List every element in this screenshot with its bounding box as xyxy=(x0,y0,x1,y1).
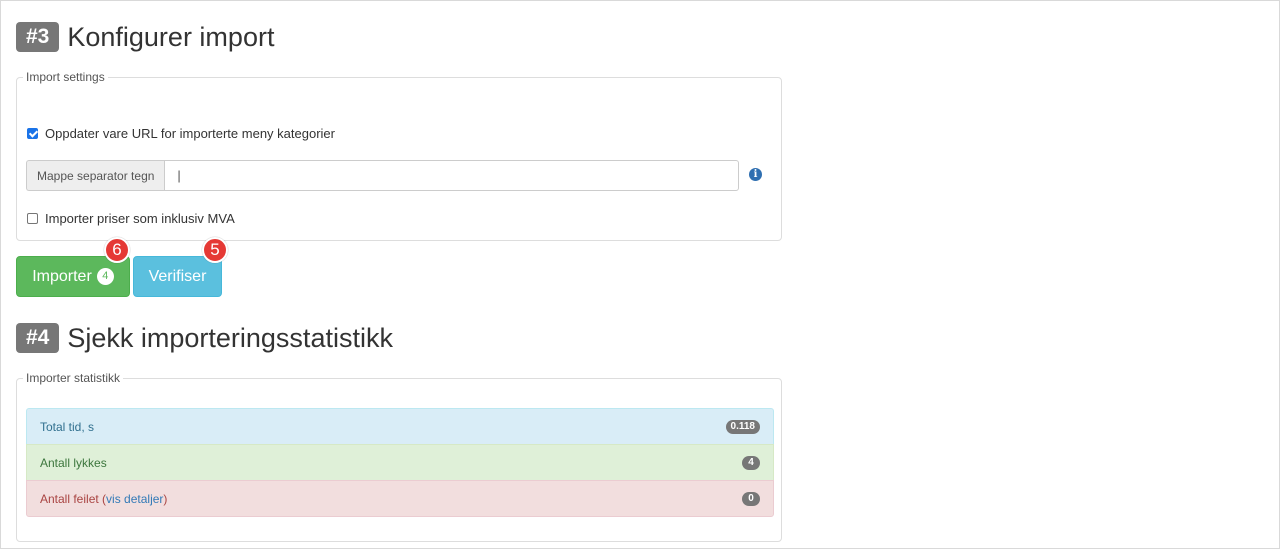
prices-vat-label: Importer priser som inklusiv MVA xyxy=(45,211,235,226)
step-4-header: #4 Sjekk importeringsstatistikk xyxy=(16,323,393,353)
info-circle-icon[interactable]: i xyxy=(749,168,762,181)
step-3-title: Konfigurer import xyxy=(67,22,275,52)
update-url-label: Oppdater vare URL for importerte meny ka… xyxy=(45,126,335,141)
step-4-badge: #4 xyxy=(16,323,60,353)
import-settings-legend: Import settings xyxy=(26,70,105,84)
import-count-badge: 4 xyxy=(96,268,114,285)
separator-input-group: Mappe separator tegn xyxy=(26,160,739,191)
stat-failed-label-wrap: Antall feilet (vis detaljer) xyxy=(40,492,167,506)
show-details-link[interactable]: vis detaljer xyxy=(106,492,163,506)
step-4-title: Sjekk importeringsstatistikk xyxy=(67,323,393,353)
stat-failed-paren-close: ) xyxy=(163,491,168,506)
stat-success-count: Antall lykkes 4 xyxy=(26,444,774,481)
stat-success-value: 4 xyxy=(742,455,760,470)
step-3-badge: #3 xyxy=(16,22,60,52)
verify-button-label: Verifiser xyxy=(148,267,207,285)
separator-input[interactable] xyxy=(164,160,739,191)
verify-button[interactable]: Verifiser xyxy=(133,256,222,297)
stat-total-time-value: 0.118 xyxy=(725,419,760,434)
update-url-row[interactable]: Oppdater vare URL for importerte meny ka… xyxy=(27,126,335,141)
stat-failed-count: Antall feilet (vis detaljer) 0 xyxy=(26,480,774,517)
callout-5: 5 xyxy=(202,237,228,263)
stats-list: Total tid, s 0.118 Antall lykkes 4 Antal… xyxy=(26,408,774,517)
import-settings-panel: Import settings Oppdater vare URL for im… xyxy=(16,70,782,241)
stat-failed-value: 0 xyxy=(742,491,760,506)
update-url-checkbox[interactable] xyxy=(27,128,38,139)
separator-label: Mappe separator tegn xyxy=(26,160,165,191)
prices-vat-row[interactable]: Importer priser som inklusiv MVA xyxy=(27,211,235,226)
callout-6: 6 xyxy=(104,237,130,263)
import-stats-panel: Importer statistikk Total tid, s 0.118 A… xyxy=(16,371,782,542)
stat-success-label: Antall lykkes xyxy=(40,455,107,470)
step-3-header: #3 Konfigurer import xyxy=(16,22,274,52)
stat-failed-label: Antall feilet xyxy=(40,491,99,506)
prices-vat-checkbox[interactable] xyxy=(27,213,38,224)
import-stats-legend: Importer statistikk xyxy=(26,371,121,385)
stat-total-time-label: Total tid, s xyxy=(40,419,95,434)
stat-total-time: Total tid, s 0.118 xyxy=(26,408,774,445)
import-button-label: Importer xyxy=(32,267,92,285)
